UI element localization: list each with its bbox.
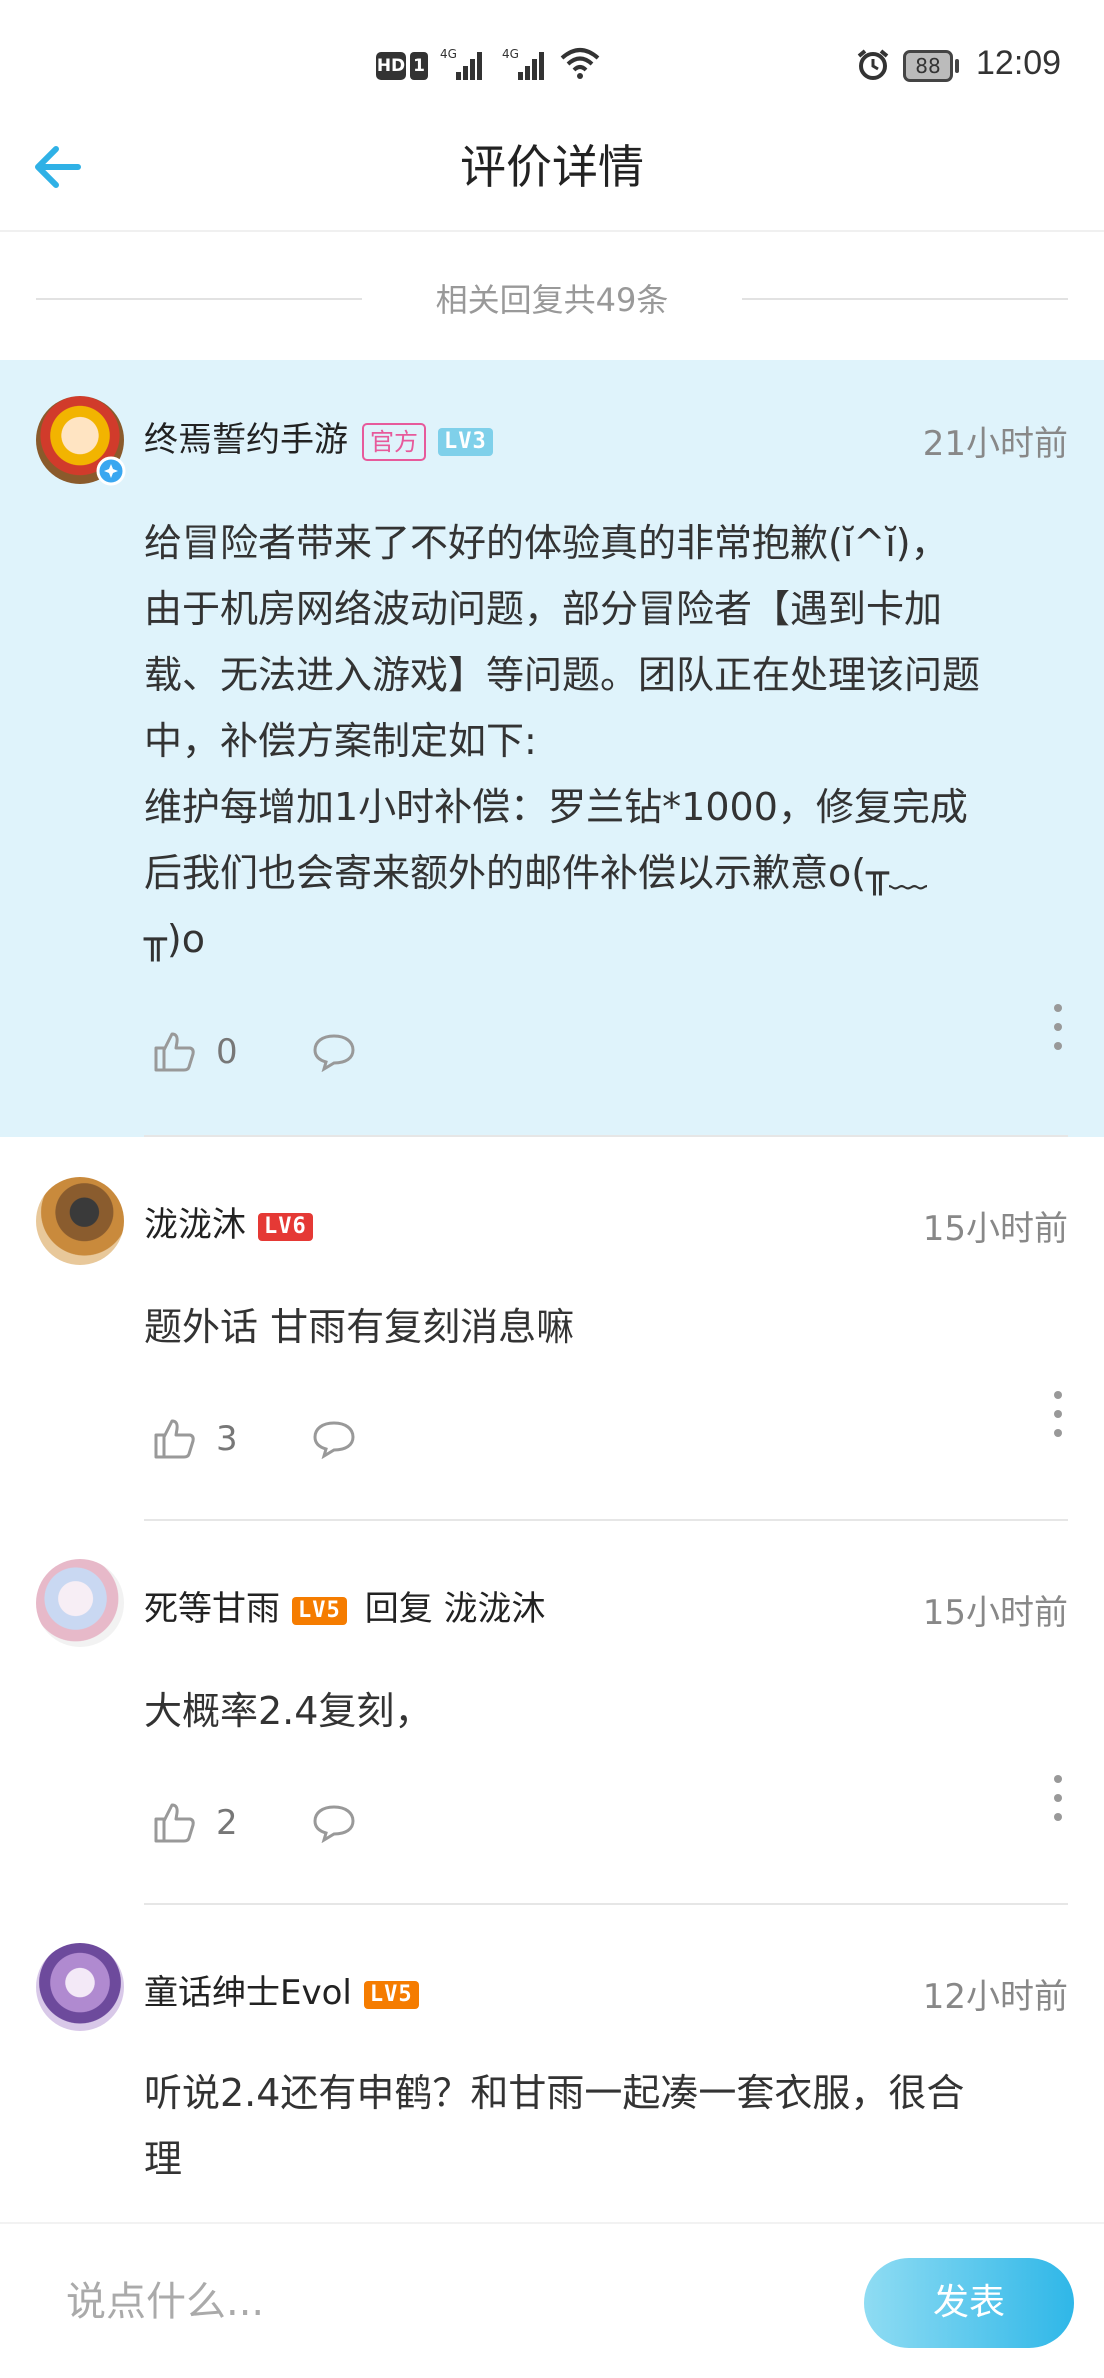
comment-text-line: 中，补偿方案制定如下: xyxy=(144,719,537,763)
comment-actions: 2 xyxy=(144,1799,444,1849)
sim-indicator: 1 xyxy=(410,52,428,80)
username[interactable]: 泷泷沐 xyxy=(144,1205,246,1245)
username[interactable]: 童话绅士Evol xyxy=(144,1973,352,2013)
reply-bubble-icon[interactable] xyxy=(312,1803,356,1843)
more-options-icon[interactable] xyxy=(1052,1389,1064,1439)
replies-summary: 相关回复共49条 xyxy=(435,281,669,319)
signal-label: 4G xyxy=(440,47,457,61)
comment-text: 大概率2.4复刻， xyxy=(144,1678,1074,1744)
alarm-icon xyxy=(857,49,889,80)
reply-bubble-icon[interactable] xyxy=(312,1419,356,1459)
comment-header: 童话绅士Evol LV5 xyxy=(144,1965,419,2014)
comment-item: 童话绅士Evol LV5 12小时前 听说2.4还有申鹤？和甘雨一起凑一套衣服，很… xyxy=(0,1905,1104,2222)
like-count: 0 xyxy=(216,1032,238,1072)
comment-text-line: 题外话 甘雨有复刻消息嘛 xyxy=(144,1305,575,1349)
comment-input-bar: 说点什么... 发表 xyxy=(0,2222,1104,2378)
comment-text-line: 载、无法进入游戏】等问题。团队正在处理该问题 xyxy=(144,653,981,697)
comment-text: 给冒险者带来了不好的体验真的非常抱歉(ĭ^ĭ)， 由于机房网络波动问题，部分冒险… xyxy=(144,510,1074,972)
status-bar: HD 1 4G 4G 88 12:09 xyxy=(0,0,1104,135)
thumbs-up-icon[interactable] xyxy=(150,1799,198,1847)
comment-text-line: 给冒险者带来了不好的体验真的非常抱歉(ĭ^ĭ)， xyxy=(144,521,949,565)
more-options-icon[interactable] xyxy=(1052,1002,1064,1052)
comment-text-line: 大概率2.4复刻， xyxy=(144,1689,433,1733)
battery-indicator: 88 xyxy=(903,50,953,82)
comment-time: 21小时前 xyxy=(922,424,1068,464)
comment-text-line: 维护每增加1小时补偿：罗兰钻*1000，修复完成 xyxy=(144,785,968,829)
comment-text-line: 由于机房网络波动问题，部分冒险者【遇到卡加 xyxy=(144,587,943,631)
signal-icon: 4G xyxy=(440,47,482,80)
replies-summary-row: 相关回复共49条 xyxy=(0,270,1104,330)
avatar[interactable] xyxy=(36,1177,124,1265)
comment-time: 12小时前 xyxy=(922,1977,1068,2017)
level-badge: LV5 xyxy=(363,1980,419,2009)
verified-icon xyxy=(96,456,126,486)
comment-item: 泷泷沐 LV6 15小时前 题外话 甘雨有复刻消息嘛 3 xyxy=(0,1137,1104,1517)
level-badge: LV3 xyxy=(438,427,493,456)
comment-text: 听说2.4还有申鹤？和甘雨一起凑一套衣服，很合 理 xyxy=(144,2060,1074,2192)
hd-indicator: HD xyxy=(376,52,406,80)
like-count: 3 xyxy=(216,1419,238,1459)
more-options-icon[interactable] xyxy=(1052,1773,1064,1823)
comment-text-line: 听说2.4还有申鹤？和甘雨一起凑一套衣服，很合 xyxy=(144,2071,965,2115)
divider-line-right xyxy=(742,298,1068,300)
comment-header: 泷泷沐 LV6 xyxy=(144,1197,313,1246)
clock: 12:09 xyxy=(976,44,1062,82)
comment-time: 15小时前 xyxy=(922,1593,1068,1633)
comment-item: 死等甘雨 LV5 回复 泷泷沐 15小时前 大概率2.4复刻， 2 xyxy=(0,1521,1104,1901)
avatar[interactable] xyxy=(36,1943,124,2031)
thumbs-up-icon[interactable] xyxy=(150,1028,198,1076)
app-header: 评价详情 xyxy=(0,135,1104,232)
comment-item: 终焉誓约手游 官方 LV3 21小时前 给冒险者带来了不好的体验真的非常抱歉(ĭ^ĭ… xyxy=(0,360,1104,1137)
level-badge: LV5 xyxy=(292,1596,347,1625)
page-title: 评价详情 xyxy=(460,140,644,194)
comment-text-line: 理 xyxy=(144,2137,183,2181)
avatar[interactable] xyxy=(36,1559,124,1647)
comment-header: 终焉誓约手游 官方 LV3 xyxy=(144,412,493,461)
send-button[interactable]: 发表 xyxy=(864,2258,1074,2348)
reply-bubble-icon[interactable] xyxy=(312,1032,356,1072)
comment-actions: 3 xyxy=(144,1415,444,1465)
like-count: 2 xyxy=(216,1803,238,1843)
wifi-icon xyxy=(560,48,600,79)
comment-actions: 0 xyxy=(144,1028,444,1078)
thumbs-up-icon[interactable] xyxy=(150,1415,198,1463)
comment-text: 题外话 甘雨有复刻消息嘛 xyxy=(144,1294,1074,1360)
reply-label: 回复 xyxy=(364,1589,433,1629)
level-badge: LV6 xyxy=(258,1212,313,1241)
comment-text-line: 后我们也会寄来额外的邮件补偿以示歉意o(╥﹏ xyxy=(144,851,927,895)
comment-input[interactable]: 说点什么... xyxy=(30,2252,840,2352)
reply-target-username[interactable]: 泷泷沐 xyxy=(444,1589,546,1629)
username[interactable]: 死等甘雨 xyxy=(144,1589,280,1629)
signal-label: 4G xyxy=(502,47,519,61)
comment-time: 15小时前 xyxy=(922,1209,1068,1249)
signal-icon: 4G xyxy=(502,47,544,80)
comment-text-line: ╥)o xyxy=(144,917,205,961)
comment-header: 死等甘雨 LV5 回复 泷泷沐 xyxy=(144,1581,546,1630)
username[interactable]: 终焉誓约手游 xyxy=(144,420,348,460)
battery-tip xyxy=(955,59,959,73)
official-badge: 官方 xyxy=(362,422,426,461)
